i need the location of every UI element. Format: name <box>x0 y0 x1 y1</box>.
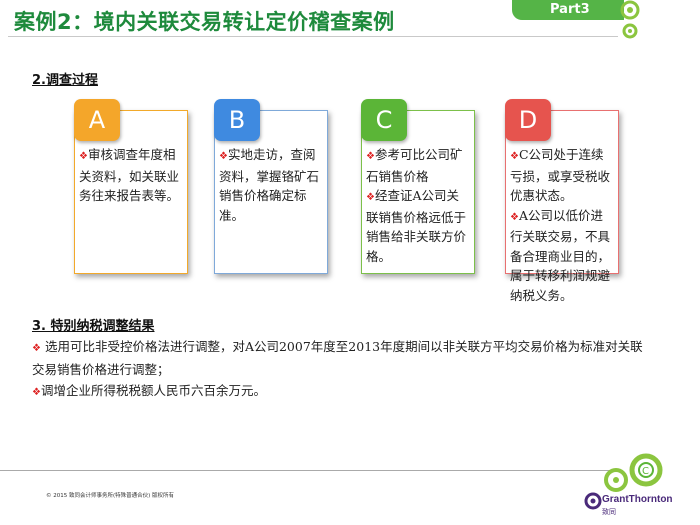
badge-a: A <box>74 99 120 141</box>
card-d-text: ❖C公司处于连续亏损，或享受税收优惠状态。 ❖A公司以低价进行关联交易，不具备合… <box>510 145 614 305</box>
badge-c: C <box>361 99 407 141</box>
part-label: Part3 <box>550 2 590 17</box>
footer-divider <box>0 470 615 471</box>
brand-mark-icon <box>584 492 602 510</box>
result-bullets: ❖ 选用可比非受控价格法进行调整，对A公司2007年度至2013年度期间以非关联… <box>32 336 652 403</box>
brand-name: GrantThornton <box>602 494 673 505</box>
result-bullet-1: 选用可比非受控价格法进行调整，对A公司2007年度至2013年度期间以非关联方平… <box>32 339 643 377</box>
badge-b: B <box>214 99 260 141</box>
page-title: 案例2：境内关联交易转让定价稽查案例 <box>14 10 395 34</box>
brand-cn: 致同 <box>602 509 616 516</box>
card-b-text: ❖实地走访，查阅资料，掌握铬矿石销售价格确定标准。 <box>219 145 323 225</box>
card-c-text: ❖参考可比公司矿石销售价格 ❖经查证A公司关联销售价格远低于销售给非关联方价格。 <box>366 145 470 266</box>
card-d-line-2: A公司以低价进行关联交易，不具备合理商业目的，属于转移利润规避纳税义务。 <box>510 207 611 303</box>
diamond-bullet-icon: ❖ <box>510 211 519 223</box>
card-b: B ❖实地走访，查阅资料，掌握铬矿石销售价格确定标准。 <box>214 99 328 274</box>
section-investigation-heading: 2.调查过程 <box>32 73 98 88</box>
gear-icon: C <box>604 453 663 492</box>
card-d: D ❖C公司处于连续亏损，或享受税收优惠状态。 ❖A公司以低价进行关联交易，不具… <box>505 99 619 303</box>
card-c: C ❖参考可比公司矿石销售价格 ❖经查证A公司关联销售价格远低于销售给非关联方价… <box>361 99 475 274</box>
copyright-text: © 2015 致同会计师事务所(特殊普通合伙) 版权所有 <box>46 493 175 499</box>
diamond-bullet-icon: ❖ <box>32 387 41 398</box>
gear-decoration-icon <box>620 0 640 39</box>
title-divider <box>8 36 618 37</box>
diamond-bullet-icon: ❖ <box>32 343 41 354</box>
diamond-bullet-icon: ❖ <box>79 151 88 162</box>
card-c-line-2: 经查证A公司关联销售价格远低于销售给非关联方价格。 <box>366 188 467 264</box>
gear-cluster-icon: C <box>604 453 663 492</box>
svg-text:C: C <box>642 466 649 477</box>
card-b-line-1: 实地走访，查阅资料，掌握铬矿石销售价格确定标准。 <box>219 147 320 223</box>
diamond-bullet-icon: ❖ <box>366 192 375 203</box>
card-c-line-1: 参考可比公司矿石销售价格 <box>366 147 463 184</box>
card-a-text: ❖审核调查年度相关资料，如关联业务往来报告表等。 <box>79 145 183 206</box>
diamond-bullet-icon: ❖ <box>219 151 228 162</box>
card-a: A ❖审核调查年度相关资料，如关联业务往来报告表等。 <box>74 99 188 274</box>
part-tab: Part3 <box>512 0 624 20</box>
card-a-line-1: 审核调查年度相关资料，如关联业务往来报告表等。 <box>79 147 180 203</box>
badge-d: D <box>505 99 551 141</box>
gear-icon <box>620 0 640 39</box>
diamond-bullet-icon: ❖ <box>510 151 519 162</box>
card-d-line-1: C公司处于连续亏损，或享受税收优惠状态。 <box>510 147 611 203</box>
result-bullet-2: 调增企业所得税税额人民币六百余万元。 <box>40 383 266 398</box>
section-result-heading: 3. 特别纳税调整结果 <box>32 319 155 334</box>
diamond-bullet-icon: ❖ <box>366 151 375 162</box>
